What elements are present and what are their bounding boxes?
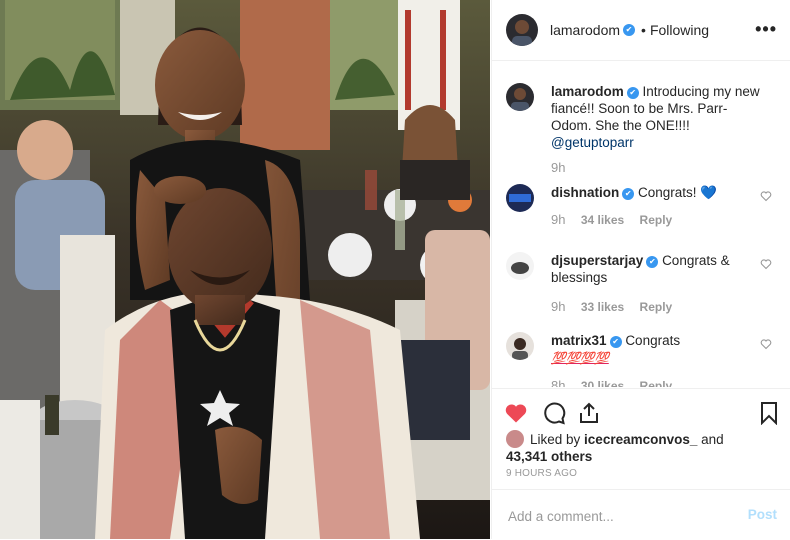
blue-heart-emoji: 💙: [700, 185, 718, 200]
comment-username[interactable]: dishnation: [551, 185, 619, 200]
reply-button[interactable]: Reply: [640, 300, 673, 314]
verified-badge-icon: ✔: [646, 256, 659, 268]
author-username[interactable]: lamarodom: [550, 22, 620, 38]
add-comment-bar: Post: [492, 489, 790, 540]
comment-time[interactable]: 8h: [551, 378, 565, 387]
comment-body: matrix31 ✔ Congrats 💯💯💯💯 8h 30 likes Repl…: [551, 332, 761, 387]
reply-button[interactable]: Reply: [640, 379, 673, 387]
post-comment-button[interactable]: Post: [748, 507, 777, 522]
verified-badge-icon: ✔: [622, 188, 635, 200]
liker-avatar[interactable]: [506, 430, 524, 448]
post-timestamp[interactable]: 9 HOURS AGO: [506, 468, 577, 479]
likes-count[interactable]: 43,341 others: [506, 449, 592, 464]
comment-avatar[interactable]: [506, 332, 534, 360]
comment-username[interactable]: djsuperstarjay: [551, 253, 643, 268]
liker-username[interactable]: icecreamconvos_: [584, 432, 697, 447]
comment-meta: 9h 34 likes Reply: [551, 211, 761, 229]
comment-likes[interactable]: 33 likes: [581, 300, 624, 314]
comment-meta: 8h 30 likes Reply: [551, 377, 761, 387]
comment-meta: 9h 33 likes Reply: [551, 298, 761, 316]
comment-avatar[interactable]: [506, 184, 534, 212]
author-avatar[interactable]: [506, 14, 538, 46]
comment-time[interactable]: 9h: [551, 212, 565, 227]
comments-list[interactable]: lamarodom ✔ Introducing my new fiancé!! S…: [492, 61, 790, 387]
caption-username[interactable]: lamarodom: [551, 84, 624, 99]
verified-badge-icon: ✔: [623, 24, 636, 36]
likes-middle: and: [697, 432, 724, 447]
comment-time[interactable]: 9h: [551, 299, 565, 314]
more-options-icon[interactable]: •••: [755, 20, 777, 38]
comment-body: djsuperstarjay ✔ Congrats & blessings 9h …: [551, 252, 761, 316]
comment-likes[interactable]: 30 likes: [581, 379, 624, 387]
separator-dot: •: [641, 22, 646, 38]
hundred-points-emoji: 💯💯💯💯: [551, 351, 609, 365]
caption-meta: 9h: [551, 159, 761, 177]
comment-text: Congrats: [625, 333, 681, 348]
caption-body: lamarodom ✔ Introducing my new fiancé!! S…: [551, 83, 761, 177]
comment-username[interactable]: matrix31: [551, 333, 607, 348]
comment-like-heart-icon[interactable]: [760, 190, 772, 202]
share-icon[interactable]: [577, 401, 601, 425]
comment-likes[interactable]: 34 likes: [581, 213, 624, 227]
comment-like-heart-icon[interactable]: [760, 258, 772, 270]
comment-bubble-icon[interactable]: [542, 401, 566, 425]
reply-button[interactable]: Reply: [640, 213, 673, 227]
photo-illustration: [0, 0, 490, 539]
comment-text: Congrats!: [638, 185, 701, 200]
post-side-panel: lamarodom ✔ • Following ••• lamarodom ✔ I…: [491, 0, 790, 539]
caption-avatar[interactable]: [506, 83, 534, 111]
post-photo[interactable]: [0, 0, 490, 539]
caption-mention[interactable]: @getuptoparr: [551, 135, 634, 150]
comment-like-heart-icon[interactable]: [760, 338, 772, 350]
verified-badge-icon: ✔: [626, 87, 639, 99]
verified-badge-icon: ✔: [609, 336, 622, 348]
comment-body: dishnation ✔ Congrats! 💙 9h 34 likes Repl…: [551, 184, 761, 229]
comment-input[interactable]: [506, 505, 730, 527]
like-heart-icon[interactable]: [504, 401, 528, 425]
comment-avatar[interactable]: [506, 252, 534, 280]
likes-prefix: Liked by: [530, 432, 585, 447]
caption-time[interactable]: 9h: [551, 160, 565, 175]
post-actions: Liked by icecreamconvos_ and 43,341 othe…: [492, 388, 790, 489]
post-header: lamarodom ✔ • Following •••: [492, 0, 790, 61]
following-button[interactable]: Following: [650, 22, 709, 38]
likes-summary: Liked by icecreamconvos_ and 43,341 othe…: [506, 430, 776, 465]
bookmark-icon[interactable]: [757, 401, 781, 425]
